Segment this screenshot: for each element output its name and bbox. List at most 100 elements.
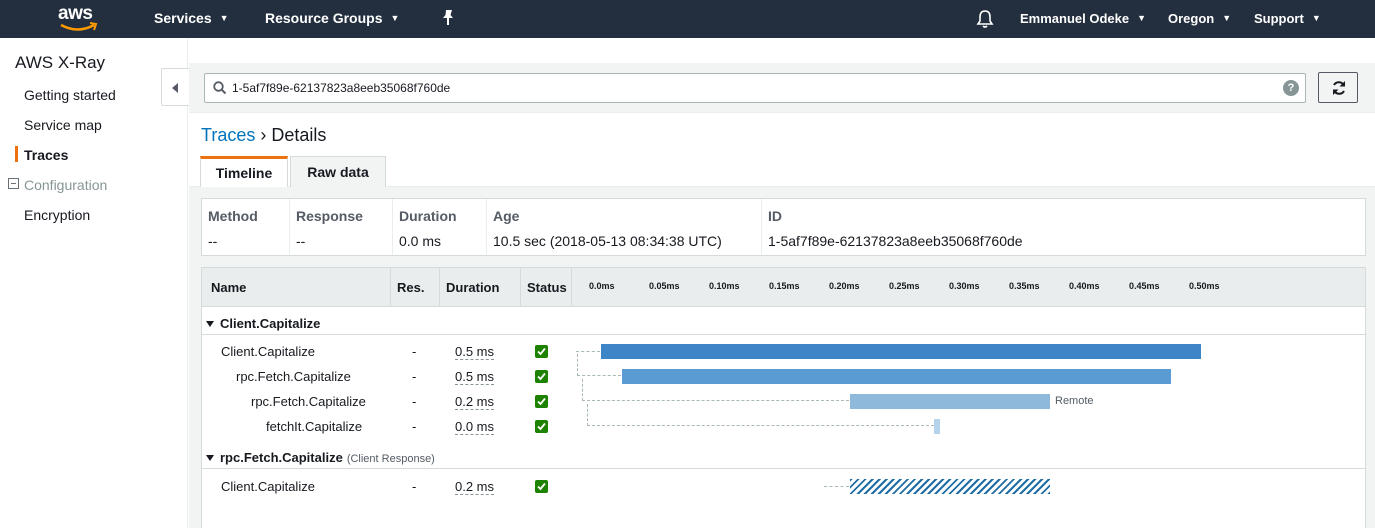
segment-name: Client.Capitalize <box>221 344 315 359</box>
timeline-tick-label: 0.50ms <box>1189 281 1220 291</box>
segment-connector <box>577 354 621 376</box>
column-header-duration[interactable]: Duration <box>440 268 521 307</box>
status-ok-icon <box>535 420 548 433</box>
support-label: Support <box>1254 11 1304 26</box>
column-header-status[interactable]: Status <box>521 268 572 307</box>
group-divider <box>202 334 1365 335</box>
summary-header: Method <box>208 208 258 224</box>
search-bar-area: ? <box>189 63 1375 113</box>
segment-bar-hatched[interactable] <box>850 479 1050 494</box>
search-box: ? <box>204 73 1306 103</box>
tab-timeline[interactable]: Timeline <box>200 156 288 188</box>
search-icon <box>213 81 227 95</box>
remote-label: Remote <box>1055 395 1094 407</box>
support-menu[interactable]: Support ▼ <box>1254 11 1321 26</box>
summary-response-column: Response -- <box>290 199 393 255</box>
timeline-tick-label: 0.35ms <box>1009 281 1040 291</box>
segment-row[interactable]: fetchIt.Capitalize - 0.0 ms <box>202 404 1365 439</box>
column-header-name[interactable]: Name <box>202 268 391 307</box>
breadcrumb-separator: › <box>255 125 272 145</box>
region-menu[interactable]: Oregon ▼ <box>1168 11 1231 26</box>
timeline-tick-label: 0.20ms <box>829 281 860 291</box>
chevron-down-icon: ▼ <box>1311 13 1321 23</box>
sidebar: AWS X-Ray Getting started Service map Tr… <box>0 38 188 528</box>
timeline-header: Name Res. Duration Status 0.0ms 0.05ms 0.1… <box>202 268 1365 307</box>
segment-duration[interactable]: 0.5 ms <box>455 369 495 385</box>
refresh-icon <box>1333 81 1345 95</box>
summary-method-column: Method -- <box>202 199 290 255</box>
segment-name: rpc.Fetch.Capitalize <box>236 369 351 384</box>
aws-logo[interactable]: aws <box>58 3 100 35</box>
segment-duration[interactable]: 0.2 ms <box>455 479 495 495</box>
column-header-res[interactable]: Res. <box>391 268 440 307</box>
bell-icon[interactable] <box>976 9 994 29</box>
summary-value: -- <box>208 233 218 249</box>
segment-bar[interactable] <box>601 344 1201 359</box>
help-icon[interactable]: ? <box>1283 80 1299 96</box>
tab-raw-data[interactable]: Raw data <box>290 156 386 187</box>
summary-value: 0.0 ms <box>399 233 442 249</box>
region-name: Oregon <box>1168 11 1215 26</box>
status-ok-icon <box>535 480 548 493</box>
segment-bar[interactable] <box>934 419 940 434</box>
top-nav: aws Services ▼ Resource Groups ▼ Emmanuel … <box>0 0 1375 38</box>
caret-down-icon <box>206 455 214 461</box>
timeline-table: Name Res. Duration Status 0.0ms 0.05ms 0.1… <box>201 267 1366 528</box>
sidebar-item-encryption[interactable]: Encryption <box>24 207 90 223</box>
breadcrumb-current: Details <box>271 125 327 145</box>
breadcrumb-traces-link[interactable]: Traces <box>201 125 255 145</box>
summary-header: Response <box>296 208 363 224</box>
active-indicator <box>15 146 18 162</box>
summary-value[interactable]: 1-5af7f89e-62137823a8eeb35068f760de <box>768 233 1023 249</box>
trace-group-header[interactable]: rpc.Fetch.Capitalize (Client Response) <box>206 450 435 465</box>
sidebar-item-traces[interactable]: Traces <box>24 147 68 163</box>
group-subtitle: (Client Response) <box>346 453 435 465</box>
resource-groups-menu[interactable]: Resource Groups ▼ <box>265 10 399 26</box>
summary-header: Age <box>493 208 520 224</box>
detail-tabs: Timeline Raw data <box>189 154 1375 188</box>
minus-square-icon[interactable] <box>8 178 19 189</box>
segment-duration[interactable]: 0.0 ms <box>455 419 495 435</box>
status-ok-icon <box>535 370 548 383</box>
segment-row[interactable]: Client.Capitalize - 0.2 ms <box>202 474 1365 499</box>
segment-duration[interactable]: 0.2 ms <box>455 394 495 410</box>
timeline-tick-label: 0.15ms <box>769 281 800 291</box>
timeline-tick-label: 0.40ms <box>1069 281 1100 291</box>
timeline-tick-label: 0.0ms <box>589 281 615 291</box>
timeline-tick-label: 0.25ms <box>889 281 920 291</box>
segment-connector <box>824 486 849 487</box>
segment-name: rpc.Fetch.Capitalize <box>251 394 366 409</box>
segment-row[interactable]: Client.Capitalize - 0.5 ms <box>202 339 1365 364</box>
sidebar-title: AWS X-Ray <box>15 53 106 72</box>
timeline-tick-label: 0.10ms <box>709 281 740 291</box>
timeline-tick-label: 0.30ms <box>949 281 980 291</box>
caret-left-icon <box>172 83 178 93</box>
sidebar-item-configuration[interactable]: Configuration <box>24 177 107 193</box>
summary-age-column: Age 10.5 sec (2018-05-13 08:34:38 UTC) <box>487 199 762 255</box>
segment-duration[interactable]: 0.5 ms <box>455 344 495 360</box>
sidebar-item-getting-started[interactable]: Getting started <box>24 87 116 103</box>
trace-group-header[interactable]: Client.Capitalize <box>206 316 320 331</box>
trace-search-input[interactable] <box>232 78 1272 98</box>
resource-groups-label: Resource Groups <box>265 10 383 26</box>
chevron-down-icon: ▼ <box>1222 13 1232 23</box>
summary-duration-column: Duration 0.0 ms <box>393 199 487 255</box>
segment-response: - <box>412 479 417 494</box>
status-ok-icon <box>535 345 548 358</box>
services-label: Services <box>154 10 212 26</box>
aws-smile-icon <box>60 22 98 31</box>
chevron-down-icon: ▼ <box>390 13 400 23</box>
segment-response: - <box>412 344 417 359</box>
refresh-button[interactable] <box>1318 72 1358 103</box>
trace-summary-table: Method -- Response -- Duration 0.0 ms Ag… <box>201 198 1366 256</box>
segment-connector <box>582 379 849 401</box>
group-name: rpc.Fetch.Capitalize <box>220 450 343 465</box>
caret-down-icon <box>206 321 214 327</box>
sidebar-collapse-button[interactable] <box>161 68 189 106</box>
user-menu[interactable]: Emmanuel Odeke ▼ <box>1020 11 1146 26</box>
sidebar-item-service-map[interactable]: Service map <box>24 117 102 133</box>
pin-icon[interactable] <box>441 9 455 27</box>
services-menu[interactable]: Services ▼ <box>154 10 229 26</box>
segment-name: fetchIt.Capitalize <box>266 419 363 434</box>
summary-id-column: ID 1-5af7f89e-62137823a8eeb35068f760de <box>762 199 1365 255</box>
